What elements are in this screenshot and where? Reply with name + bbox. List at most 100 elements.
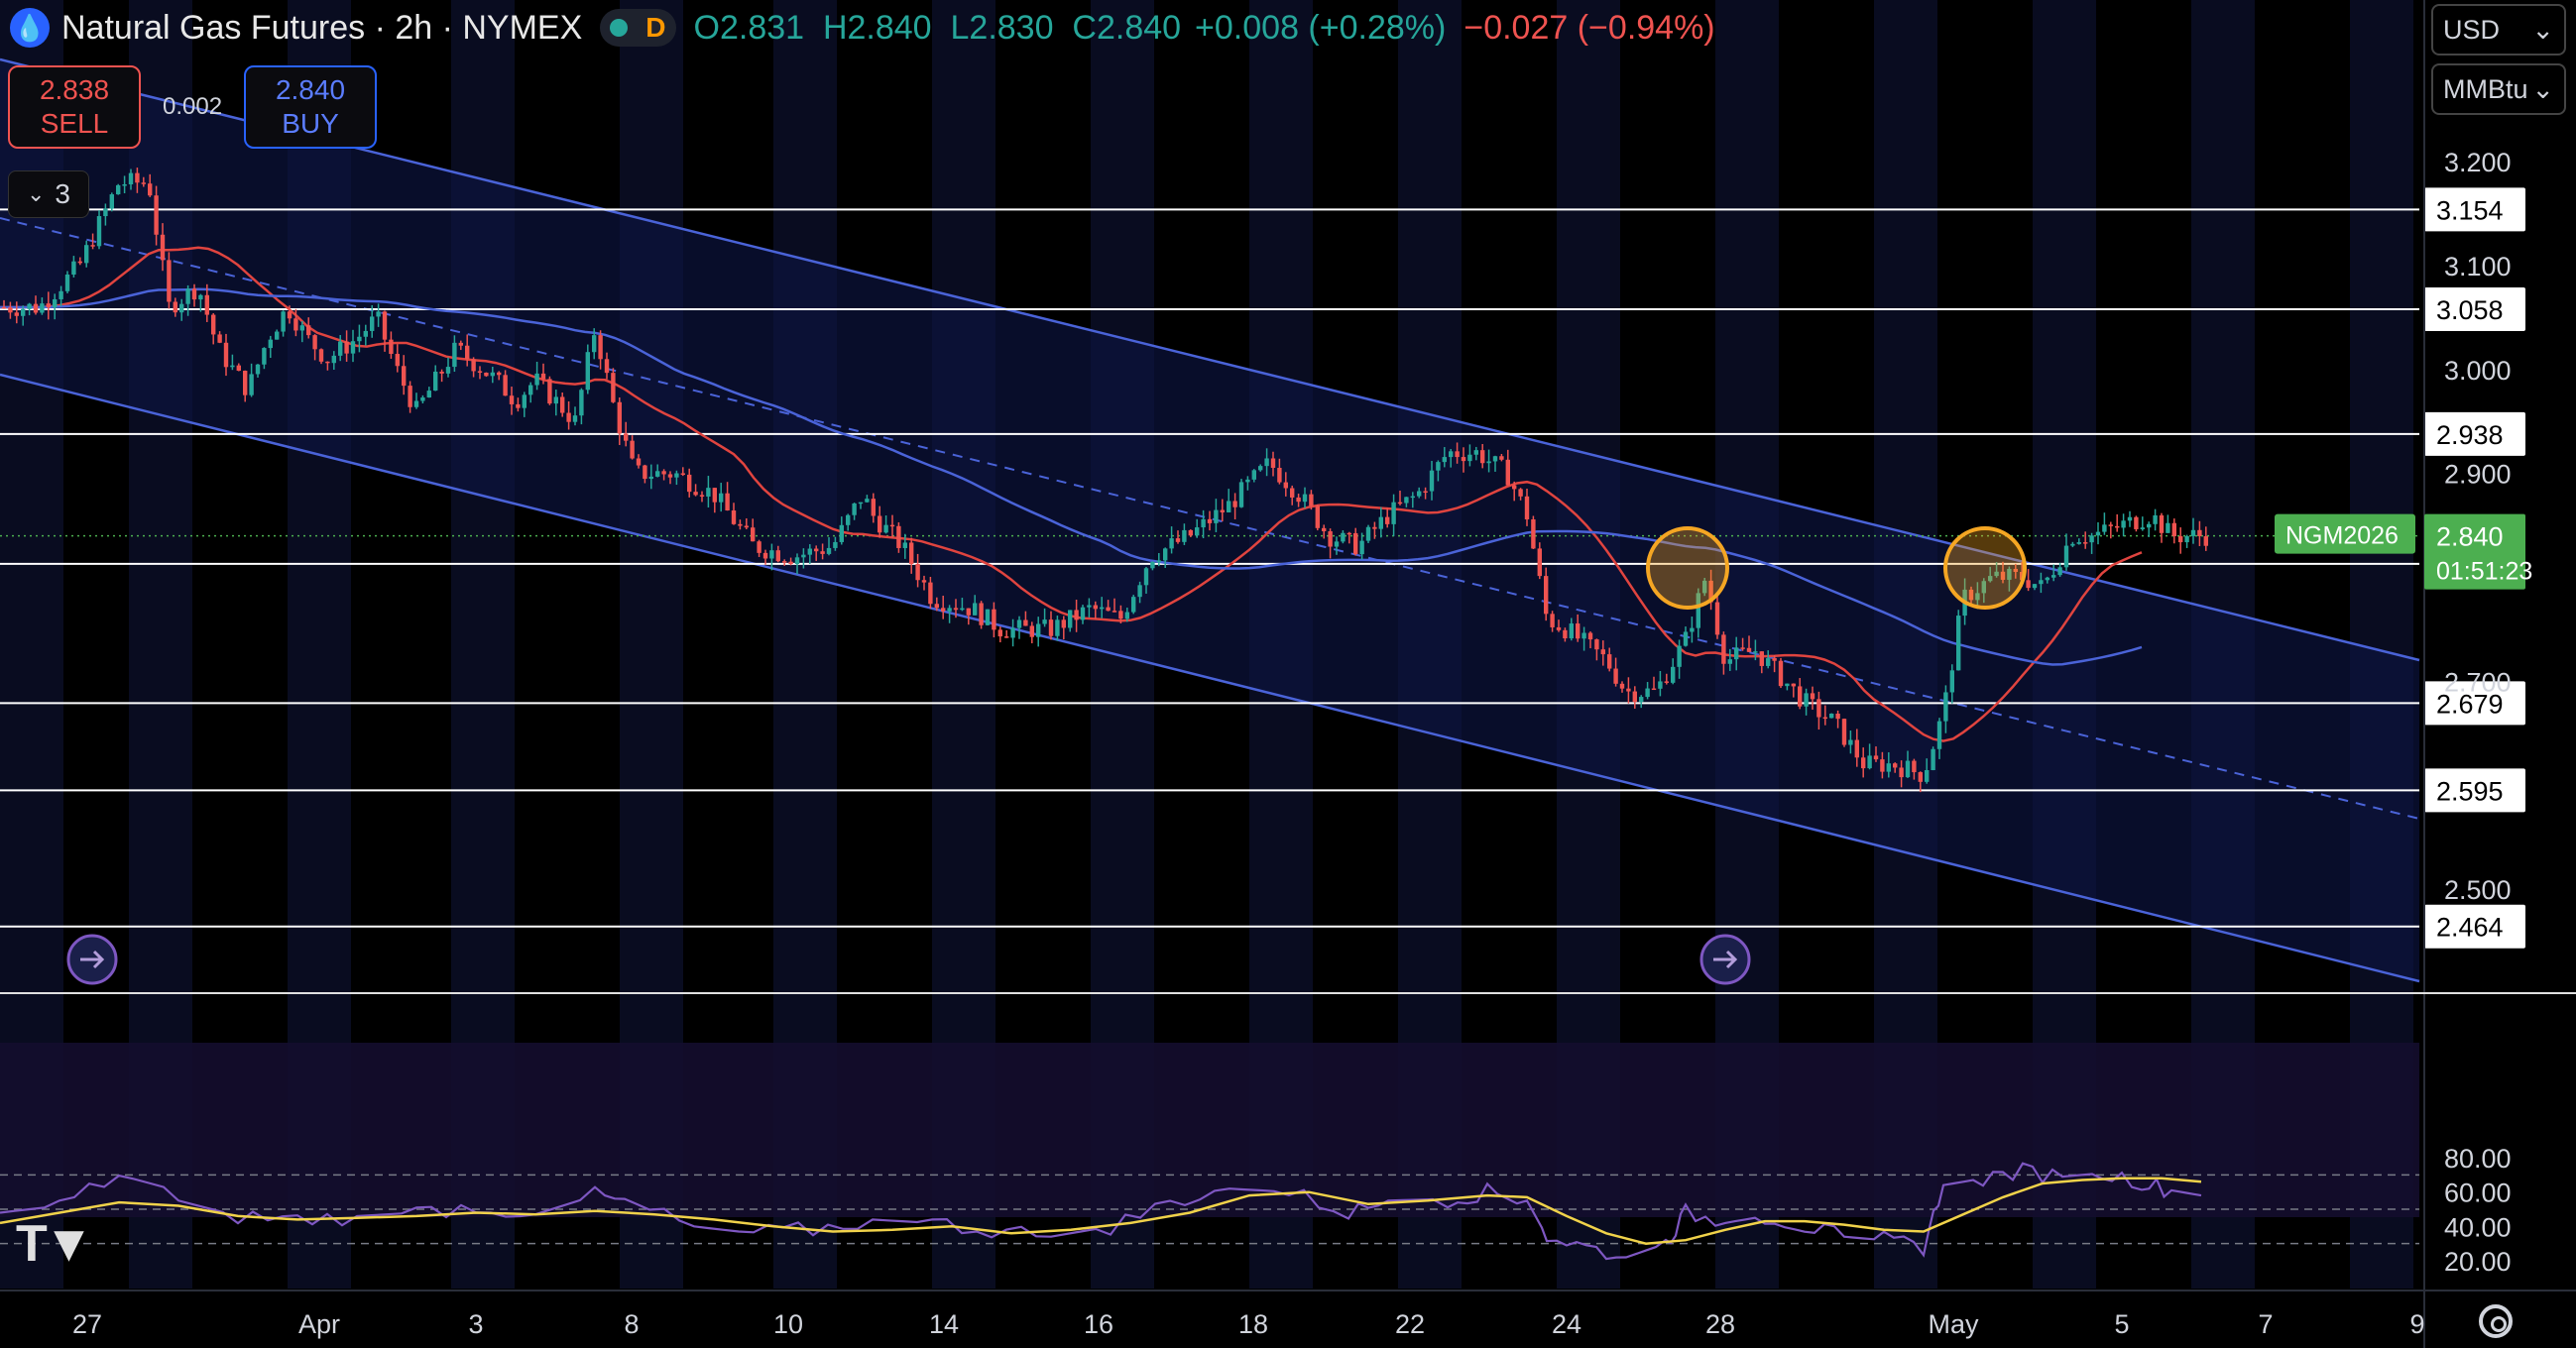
candle-body: [21, 308, 26, 316]
candle-body: [1778, 660, 1784, 687]
candle-body: [191, 288, 197, 300]
candle-body: [40, 303, 45, 313]
currency-select[interactable]: USD ⌄: [2431, 4, 2566, 56]
change-value: +0.008 (+0.28%): [1195, 8, 1447, 47]
candle-body: [420, 397, 425, 401]
candle-body: [1645, 688, 1650, 698]
candle-body: [1391, 502, 1396, 524]
candle-body: [687, 474, 692, 493]
candle-body: [624, 433, 629, 441]
candle-body: [471, 359, 476, 372]
candle-body: [1822, 717, 1827, 720]
highlight-circle: [1646, 526, 1729, 610]
candle-body: [1734, 647, 1739, 660]
candle-body: [395, 354, 400, 367]
last-price-label: 2.840: [2436, 522, 2504, 552]
candle-body: [1607, 654, 1612, 669]
candle-body: [585, 352, 590, 391]
candle-body: [839, 524, 844, 542]
candle-body: [751, 527, 756, 542]
candle-body: [255, 364, 261, 375]
candle-body: [135, 172, 140, 183]
rsi-tick-label: 20.00: [2444, 1247, 2512, 1277]
candle-body: [1956, 616, 1961, 671]
candle-body: [1473, 450, 1478, 455]
buy-price: 2.840: [275, 74, 346, 105]
candle-body: [579, 390, 584, 416]
candle-body: [1238, 482, 1244, 507]
candle-body: [1270, 458, 1276, 468]
time-tick-label: 8: [624, 1309, 639, 1339]
candle-body: [1581, 632, 1586, 639]
candle-body: [281, 311, 286, 332]
collapse-indicators-button[interactable]: ⌄ 3: [8, 170, 89, 218]
candle-body: [1905, 760, 1911, 778]
candle-body: [1315, 506, 1320, 528]
candle-body: [889, 524, 895, 527]
candle-body: [2076, 542, 2081, 544]
level-label: 3.058: [2436, 295, 2504, 325]
candle-body: [1410, 496, 1415, 499]
candle-body: [503, 375, 508, 396]
time-tick-label: 16: [1084, 1309, 1113, 1339]
candle-body: [306, 325, 311, 336]
candle-body: [699, 495, 705, 497]
rsi-tick-label: 80.00: [2444, 1144, 2512, 1174]
candle-body: [2166, 522, 2170, 533]
candle-body: [243, 371, 248, 395]
candle-body: [680, 473, 685, 475]
candle-body: [1074, 610, 1079, 620]
candle-body: [1087, 605, 1092, 608]
candle-body: [1048, 619, 1054, 636]
price-tick-label: 3.200: [2444, 148, 2512, 177]
candle-body: [1112, 611, 1117, 613]
sell-button[interactable]: 2.838 SELL: [8, 65, 141, 149]
candle-body: [572, 415, 578, 422]
candle-body: [947, 608, 952, 612]
candle-body: [960, 608, 965, 611]
candle-body: [1867, 755, 1872, 769]
candle-body: [1848, 739, 1853, 745]
candle-body: [1835, 713, 1840, 720]
candle-body: [693, 492, 698, 496]
candle-body: [2115, 525, 2120, 528]
candle-body: [357, 336, 362, 342]
candle-body: [1721, 634, 1726, 664]
candle-body: [382, 311, 388, 340]
candle-body: [941, 608, 946, 612]
candle-body: [1798, 686, 1803, 707]
time-tick-label: Apr: [298, 1309, 340, 1339]
candle-body: [2045, 577, 2049, 581]
candle-body: [1227, 501, 1231, 512]
candle-body: [865, 499, 870, 503]
candle-body: [1449, 451, 1454, 458]
gear-icon[interactable]: [2479, 1304, 2513, 1338]
candle-body: [509, 395, 515, 404]
status-pill[interactable]: D: [600, 9, 676, 47]
candle-body: [1639, 697, 1644, 703]
candle-body: [1163, 548, 1168, 561]
candle-body: [1023, 619, 1028, 626]
candle-body: [915, 563, 920, 581]
unit-label: MMBtu: [2443, 73, 2528, 104]
unit-select[interactable]: MMBtu ⌄: [2431, 63, 2566, 115]
candle-body: [2147, 523, 2152, 528]
candle-body: [528, 385, 533, 395]
candle-body: [833, 541, 838, 548]
price-chart[interactable]: 3.1543.0582.9382.8132.6792.5952.4643.200…: [0, 0, 2576, 1348]
candle-body: [1334, 541, 1340, 547]
candle-body: [1740, 647, 1745, 649]
candle-body: [402, 366, 407, 387]
candle-body: [325, 361, 330, 364]
candle-body: [1258, 466, 1263, 471]
candle-body: [617, 401, 622, 434]
candle-body: [1804, 693, 1809, 707]
candle-body: [1810, 693, 1815, 700]
highlight-circle: [1943, 526, 2027, 610]
candle-body: [1683, 631, 1689, 646]
candle-body: [173, 301, 177, 313]
buy-button[interactable]: 2.840 BUY: [244, 65, 377, 149]
candle-body: [497, 372, 502, 376]
candle-body: [1619, 683, 1625, 689]
symbol-title[interactable]: Natural Gas Futures · 2h · NYMEX: [61, 9, 582, 48]
